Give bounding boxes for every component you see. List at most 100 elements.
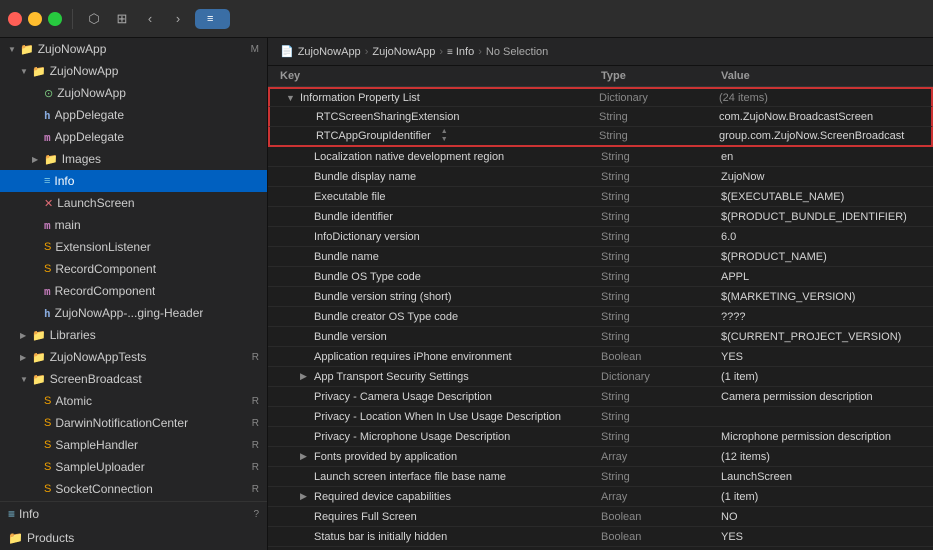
table-row[interactable]: Bundle identifierString$(PRODUCT_BUNDLE_…	[268, 207, 933, 227]
sidebar-item-zujonowapptests[interactable]: ▶📁ZujoNowAppTestsR	[0, 346, 267, 368]
sidebar-item-appdelegate[interactable]: hAppDelegate	[0, 104, 267, 126]
sidebar-item-zujonowapp[interactable]: ▼📁ZujoNowApp	[0, 60, 267, 82]
key-label: Requires Full Screen	[314, 511, 417, 523]
table-row[interactable]: ▶Fonts provided by applicationArray(12 i…	[268, 447, 933, 467]
sidebar-item-samplehandler[interactable]: SSampleHandlerR	[0, 434, 267, 456]
toolbar: ⬡ ⊞ ‹ › ≡	[0, 0, 933, 38]
expand-icon[interactable]: ▶	[300, 491, 310, 502]
value-cell: $(PRODUCT_NAME)	[721, 251, 921, 263]
sidebar-item-main[interactable]: mmain	[0, 214, 267, 236]
key-label: InfoDictionary version	[314, 231, 420, 243]
value-cell: $(EXECUTABLE_NAME)	[721, 191, 921, 203]
sidebar-item-darwinnotificationcenter[interactable]: SDarwinNotificationCenterR	[0, 412, 267, 434]
expand-icon[interactable]: ▶	[300, 451, 310, 462]
breadcrumb-part-1: ZujoNowApp	[298, 46, 361, 58]
file-icon: 📁	[32, 351, 46, 364]
key-cell: ▼Information Property List	[282, 92, 599, 104]
sidebar-item-label: Atomic	[55, 394, 92, 408]
expand-icon[interactable]: ▼	[286, 93, 296, 103]
key-label: RTCAppGroupIdentifier	[316, 130, 431, 142]
table-row[interactable]: Privacy - Microphone Usage DescriptionSt…	[268, 427, 933, 447]
sidebar-item-atomic[interactable]: SAtomicR	[0, 390, 267, 412]
table-row[interactable]: Application requires iPhone environmentB…	[268, 347, 933, 367]
sidebar-item-sampleuploader[interactable]: SSampleUploaderR	[0, 456, 267, 478]
table-row[interactable]: Privacy - Camera Usage DescriptionString…	[268, 387, 933, 407]
expand-icon[interactable]: ▶	[20, 331, 30, 340]
sidebar-item-info[interactable]: ≡Info	[0, 170, 267, 192]
table-row[interactable]: Bundle OS Type codeStringAPPL	[268, 267, 933, 287]
sidebar-item-extensionlistener[interactable]: SExtensionListener	[0, 236, 267, 258]
type-cell: String	[601, 411, 721, 423]
expand-icon[interactable]: ▶	[300, 371, 310, 382]
breadcrumb-icon: 📄	[280, 45, 294, 58]
key-label: Bundle name	[314, 251, 379, 263]
table-row[interactable]: InfoDictionary versionString6.0	[268, 227, 933, 247]
sidebar-item-recordcomponent[interactable]: mRecordComponent	[0, 280, 267, 302]
file-icon: S	[44, 439, 51, 451]
sidebar-item-socketconnection[interactable]: SSocketConnectionR	[0, 478, 267, 500]
sidebar-item-appdelegate[interactable]: mAppDelegate	[0, 126, 267, 148]
file-icon: 📁	[44, 153, 58, 166]
type-cell: Array	[601, 451, 721, 463]
key-cell: ▶ Required device capabilities	[280, 491, 601, 503]
sidebar-footer-item-products[interactable]: 📁Products	[0, 526, 267, 550]
table-row[interactable]: Bundle nameString$(PRODUCT_NAME)	[268, 247, 933, 267]
type-cell: String	[601, 471, 721, 483]
expand-icon[interactable]: ▶	[32, 155, 42, 164]
maximize-button[interactable]	[48, 12, 62, 26]
grid-button[interactable]: ⊞	[111, 8, 133, 30]
key-label: Bundle display name	[314, 171, 416, 183]
sidebar-item-libraries[interactable]: ▶📁Libraries	[0, 324, 267, 346]
table-row[interactable]: ▶App Transport Security SettingsDictiona…	[268, 367, 933, 387]
sidebar-item-zujonowapp[interactable]: ⊙ZujoNowApp	[0, 82, 267, 104]
table-row[interactable]: Bundle versionString$(CURRENT_PROJECT_VE…	[268, 327, 933, 347]
nav-back-button[interactable]: ⬡	[83, 8, 105, 30]
close-button[interactable]	[8, 12, 22, 26]
file-icon: S	[44, 241, 51, 253]
table-row[interactable]: Bundle display nameStringZujoNow	[268, 167, 933, 187]
key-cell: Requires Full Screen	[280, 511, 601, 523]
table-row[interactable]: RTCAppGroupIdentifier▲▼Stringgroup.com.Z…	[268, 127, 933, 147]
key-label: Launch screen interface file base name	[314, 471, 506, 483]
sidebar-item-screenbroadcast[interactable]: ▼📁ScreenBroadcast	[0, 368, 267, 390]
expand-icon[interactable]: ▼	[20, 67, 30, 76]
sidebar-item-images[interactable]: ▶📁Images	[0, 148, 267, 170]
table-row[interactable]: Status bar is initially hiddenBooleanYES	[268, 527, 933, 547]
active-tab[interactable]: ≡	[195, 9, 230, 29]
table-row[interactable]: Bundle creator OS Type codeString????	[268, 307, 933, 327]
table-row[interactable]: RTCScreenSharingExtensionStringcom.ZujoN…	[268, 107, 933, 127]
chevron-left-icon[interactable]: ‹	[139, 8, 161, 30]
expand-icon[interactable]: ▼	[8, 45, 18, 54]
table-row[interactable]: Privacy - Location When In Use Usage Des…	[268, 407, 933, 427]
footer-item-icon: 📁	[8, 531, 23, 545]
expand-icon[interactable]: ▼	[20, 375, 30, 384]
sidebar-item-zujonowapp----ging-header[interactable]: hZujoNowApp-...ging-Header	[0, 302, 267, 324]
type-cell: Boolean	[601, 511, 721, 523]
sidebar-item-launchscreen[interactable]: ✕LaunchScreen	[0, 192, 267, 214]
col-value: Value	[721, 70, 921, 82]
table-row[interactable]: Executable fileString$(EXECUTABLE_NAME)	[268, 187, 933, 207]
sidebar-item-zujonowapp[interactable]: ▼📁ZujoNowAppM	[0, 38, 267, 60]
minimize-button[interactable]	[28, 12, 42, 26]
breadcrumb-sep-1: ›	[365, 46, 369, 58]
chevron-right-icon[interactable]: ›	[167, 8, 189, 30]
table-row[interactable]: Requires Full ScreenBooleanNO	[268, 507, 933, 527]
sidebar-item-label: ZujoNowApp-...ging-Header	[55, 306, 204, 320]
sidebar-footer-item-info[interactable]: ≡Info?	[0, 502, 267, 526]
file-icon: h	[44, 109, 51, 122]
table-row[interactable]: Launch screen interface file base name St…	[268, 467, 933, 487]
file-icon: m	[44, 219, 51, 232]
type-cell: String	[601, 391, 721, 403]
stepper-arrows[interactable]: ▲▼	[441, 128, 448, 143]
table-row[interactable]: Bundle version string (short)String$(MAR…	[268, 287, 933, 307]
key-label: Required device capabilities	[314, 491, 451, 503]
key-cell: Privacy - Location When In Use Usage Des…	[280, 411, 601, 423]
table-row[interactable]: ▶Required device capabilitiesArray(1 ite…	[268, 487, 933, 507]
file-icon: m	[44, 131, 51, 144]
key-cell: Bundle identifier	[280, 211, 601, 223]
table-row[interactable]: Localization native development regionSt…	[268, 147, 933, 167]
sidebar-item-recordcomponent[interactable]: SRecordComponent	[0, 258, 267, 280]
value-cell: APPL	[721, 271, 921, 283]
expand-icon[interactable]: ▶	[20, 353, 30, 362]
table-row[interactable]: ▼Information Property ListDictionary(24 …	[268, 87, 933, 107]
